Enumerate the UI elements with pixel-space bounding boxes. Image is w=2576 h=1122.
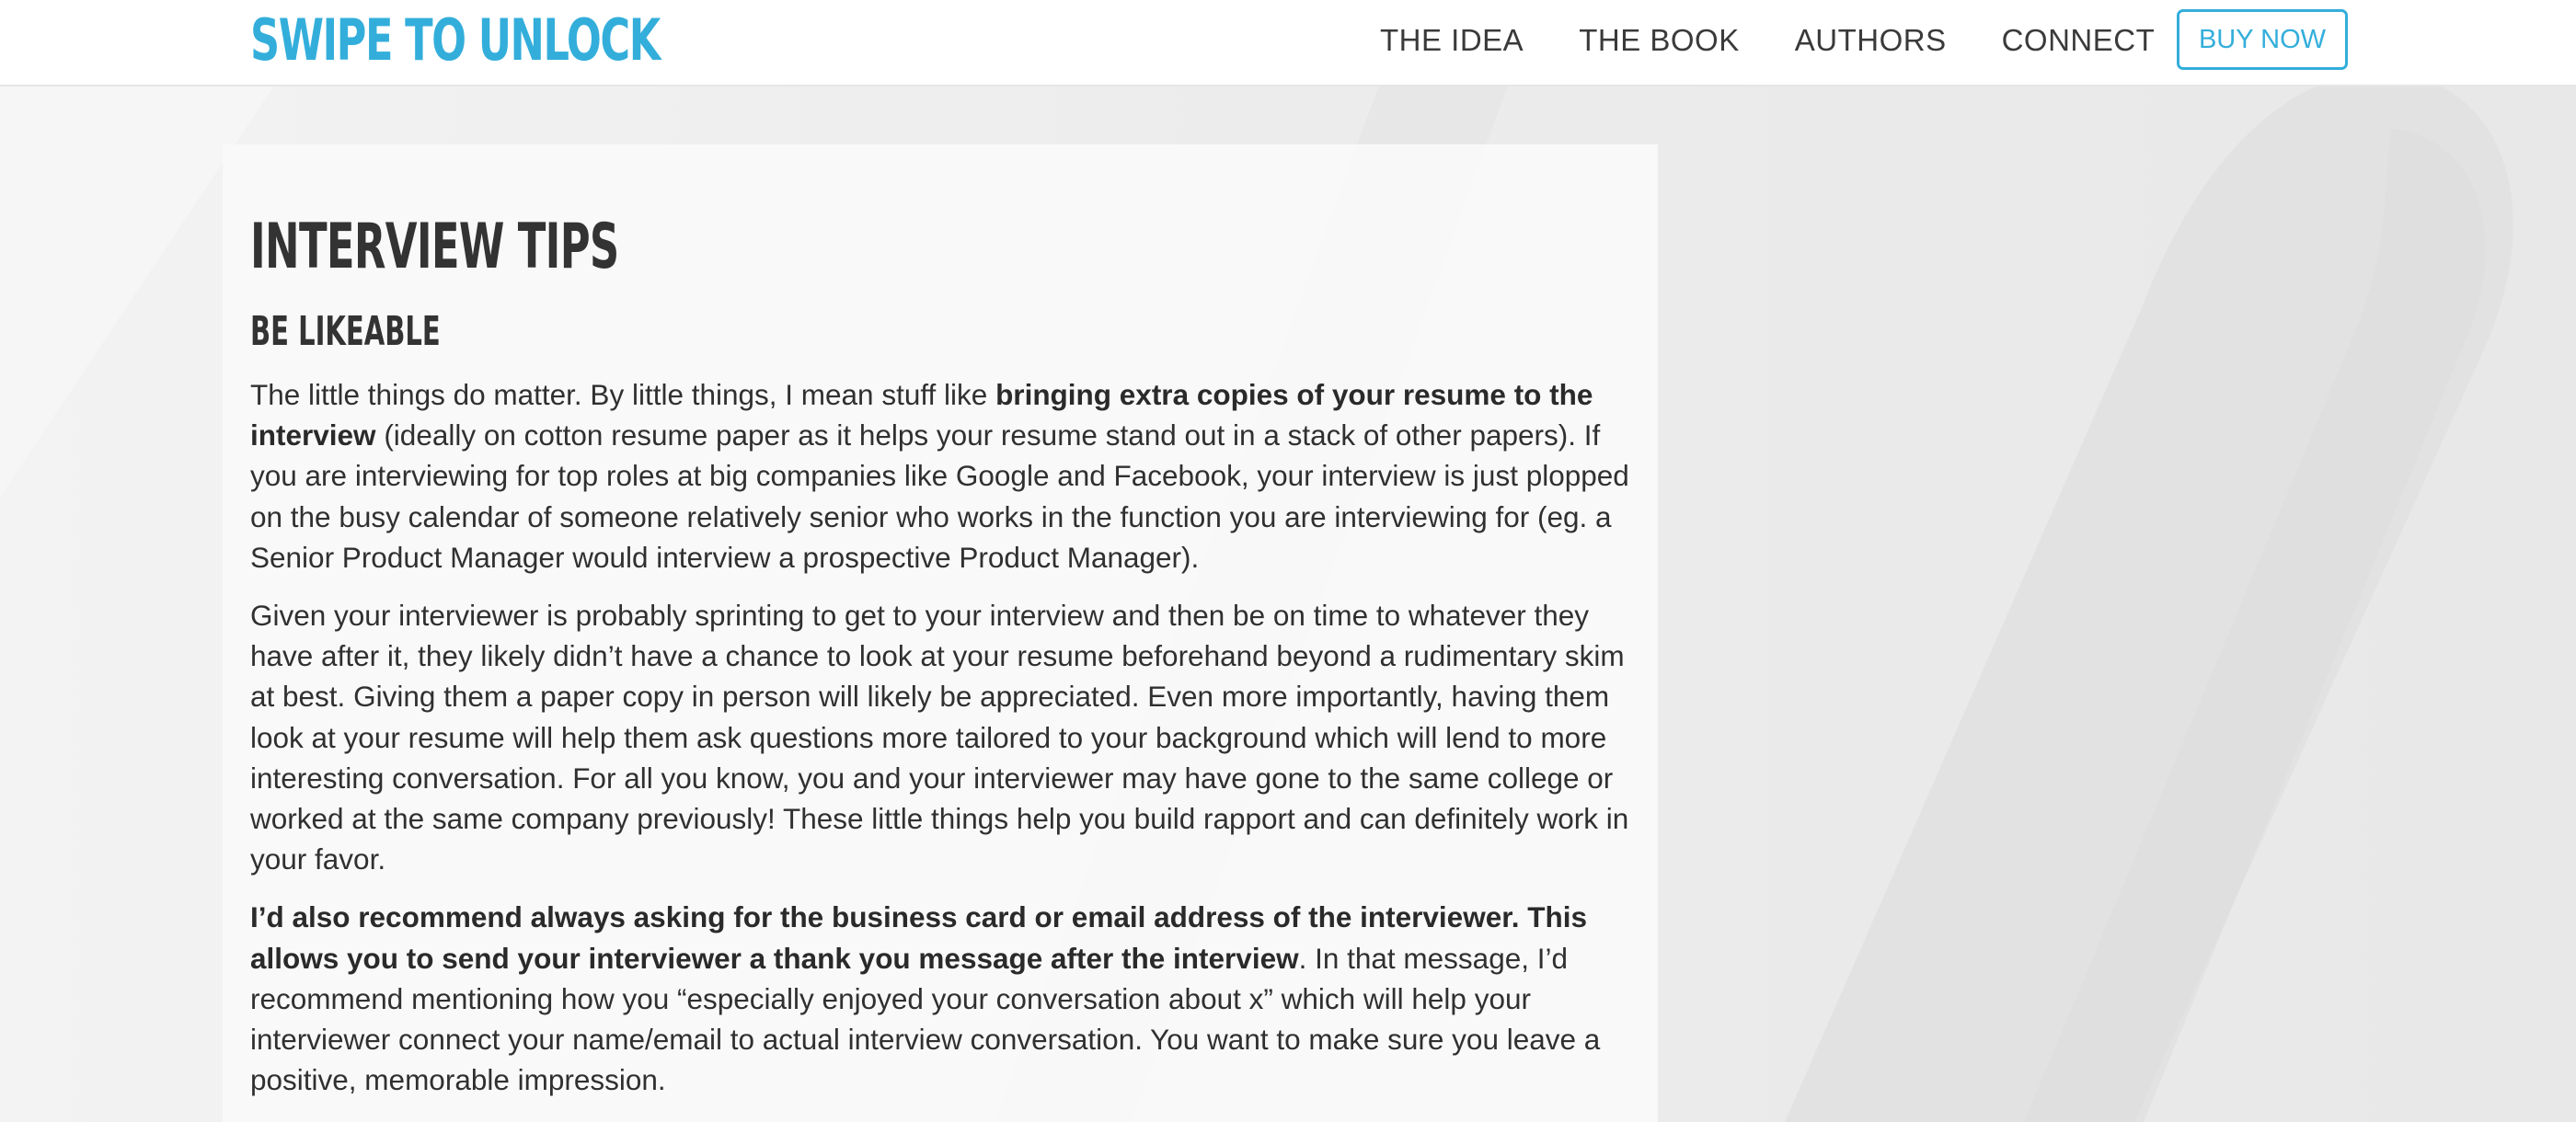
nav-link-authors[interactable]: AUTHORS: [1795, 23, 1947, 58]
main-nav: THE IDEA THE BOOK AUTHORS CONNECT: [1380, 0, 2210, 81]
nav-link-connect[interactable]: CONNECT: [2002, 23, 2156, 58]
paragraph-1-text-2: (ideally on cotton resume paper as it he…: [250, 418, 1629, 574]
section-heading: BE LIKEABLE: [250, 308, 441, 355]
nav-link-the-idea[interactable]: THE IDEA: [1380, 23, 1524, 58]
article-content: INTERVIEW TIPS BE LIKEABLE The little th…: [250, 209, 1630, 1100]
buy-now-button[interactable]: BUY NOW: [2177, 9, 2348, 70]
paragraph-3: I’d also recommend always asking for the…: [250, 897, 1630, 1100]
site-logo[interactable]: SWIPE TO UNLOCK: [250, 6, 661, 75]
paragraph-1-text-1: The little things do matter. By little t…: [250, 378, 996, 411]
paragraph-2-text-1: Given your interviewer is probably sprin…: [250, 599, 1629, 876]
nav-link-the-book[interactable]: THE BOOK: [1579, 23, 1740, 58]
paragraph-2: Given your interviewer is probably sprin…: [250, 595, 1630, 879]
paragraph-1: The little things do matter. By little t…: [250, 374, 1630, 578]
page-title: INTERVIEW TIPS: [250, 211, 619, 283]
article-panel: INTERVIEW TIPS BE LIKEABLE The little th…: [223, 144, 1658, 1122]
top-navbar: SWIPE TO UNLOCK THE IDEA THE BOOK AUTHOR…: [0, 0, 2576, 86]
